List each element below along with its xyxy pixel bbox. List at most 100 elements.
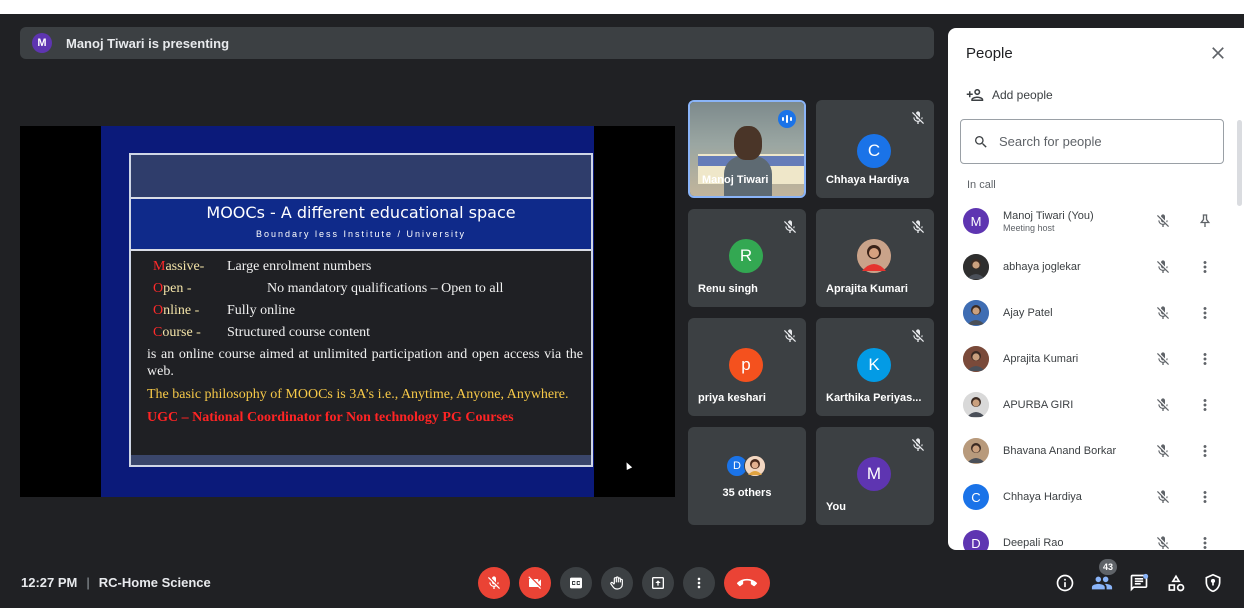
people-button[interactable]: 43 [1089,559,1117,596]
mic-off-icon[interactable] [1155,535,1171,550]
participant-row[interactable]: Aprajita Kumari [948,336,1238,382]
more-vert-icon[interactable] [1196,258,1214,276]
panel-title: People [966,45,1013,62]
present-button[interactable] [642,567,674,599]
presenter-avatar: M [32,33,52,53]
tile-renu[interactable]: R Renu singh [688,209,806,307]
chat-button[interactable] [1126,570,1152,596]
tile-others[interactable]: D 35 others [688,427,806,525]
presentation-stage[interactable]: MOOCs - A different educational space Bo… [20,126,675,497]
close-icon[interactable] [1208,43,1228,63]
participants-count-badge: 43 [1099,559,1117,575]
call-controls [478,567,770,599]
slide-point: Course - Structured course content [153,325,371,340]
more-vert-icon[interactable] [1196,442,1214,460]
person-photo-icon [963,438,989,464]
shield-icon [1205,573,1221,593]
participant-row[interactable]: Ajay Patel [948,290,1238,336]
people-panel: People Add people In call M Manoj Tiwari … [948,28,1244,550]
mic-off-icon[interactable] [1155,213,1171,229]
tile-you[interactable]: M You [816,427,934,525]
mic-off-icon[interactable] [1155,259,1171,275]
tile-avatar: p [729,348,763,382]
presenting-text: Manoj Tiwari is presenting [66,35,230,51]
participant-row[interactable]: Bhavana Anand Borkar [948,428,1238,474]
mic-off-icon[interactable] [1155,489,1171,505]
participant-name: Manoj Tiwari (You) Meeting host [1003,209,1094,233]
participant-photo-avatar [963,392,989,418]
pin-icon[interactable] [1196,212,1214,230]
slide-point: Online - Fully online [153,303,296,318]
tile-name: Chhaya Hardiya [826,174,910,186]
participant-name: abhaya joglekar [1003,260,1081,273]
mic-off-icon[interactable] [1155,351,1171,367]
present-screen-icon [652,577,664,589]
search-icon [975,135,987,148]
mic-off-icon[interactable] [1155,443,1171,459]
tile-karthika[interactable]: K Karthika Periyas... [816,318,934,416]
participant-row[interactable]: C Chhaya Hardiya [948,474,1238,520]
tile-presenter[interactable]: Manoj Tiwari [688,100,806,198]
mic-off-icon [912,111,924,124]
tile-name: Aprajita Kumari [826,283,908,295]
more-vert-icon[interactable] [1196,396,1214,414]
top-edge [0,0,1244,14]
person-photo-icon [963,392,989,418]
slide-paragraph: is an online course aimed at unlimited p… [147,347,583,379]
captions-button[interactable] [560,567,592,599]
tile-avatar: M [857,457,891,491]
tile-avatar: R [729,239,763,273]
host-controls-button[interactable] [1200,570,1226,596]
mic-toggle-button[interactable] [478,567,510,599]
more-vert-icon[interactable] [1196,304,1214,322]
participant-row[interactable]: D Deepali Rao [948,520,1238,550]
raise-hand-button[interactable] [601,567,633,599]
mic-off-icon [784,329,796,342]
slide-subtitle: Boundary less Institute / University [255,229,467,239]
tile-avatar: C [857,134,891,168]
person-photo-icon [963,254,989,280]
participant-row[interactable]: APURBA GIRI [948,382,1238,428]
tile-priya[interactable]: p priya keshari [688,318,806,416]
participant-list: M Manoj Tiwari (You) Meeting host abhaya jo… [948,198,1238,550]
participant-row[interactable]: abhaya joglekar [948,244,1238,290]
slide-point: Massive- Large enrolment numbers [153,259,372,274]
slide-header-band [131,155,591,199]
camera-off-icon [528,576,541,589]
tile-name: Renu singh [698,283,758,295]
search-box[interactable] [960,119,1224,164]
slide-point: Open - No mandatory qualifications – Open… [153,281,504,296]
tile-avatar: K [857,348,891,382]
mic-off-icon [912,438,924,451]
leave-call-button[interactable] [724,567,770,599]
captions-icon [570,577,582,589]
hand-icon [610,576,623,590]
participant-avatar: M [963,208,989,234]
participant-avatar: D [963,530,989,550]
activities-button[interactable] [1163,570,1189,596]
tile-aprajita[interactable]: Aprajita Kumari [816,209,934,307]
meeting-details-button[interactable] [1052,570,1078,596]
add-people-button[interactable]: Add people [966,86,1053,104]
tile-name: priya keshari [698,392,766,404]
more-options-button[interactable] [683,567,715,599]
search-input[interactable] [999,134,1199,149]
more-vert-icon [697,577,701,589]
slide-content: MOOCs - A different educational space Bo… [129,153,593,467]
more-vert-icon[interactable] [1196,488,1214,506]
participant-role: Meeting host [1003,222,1055,233]
clock: 12:27 PM [21,575,78,590]
tile-chhaya[interactable]: C Chhaya Hardiya [816,100,934,198]
mic-off-icon[interactable] [1155,397,1171,413]
speaking-indicator-icon [778,110,796,128]
tile-name: Manoj Tiwari [702,174,769,186]
participant-row[interactable]: M Manoj Tiwari (You) Meeting host [948,198,1238,244]
camera-toggle-button[interactable] [519,567,551,599]
scrollbar[interactable] [1237,120,1242,206]
more-vert-icon[interactable] [1196,350,1214,368]
participant-name: Deepali Rao [1003,536,1064,549]
slide-title: MOOCs - A different educational space [206,203,516,222]
more-vert-icon[interactable] [1196,534,1214,550]
participant-name: APURBA GIRI [1003,398,1074,411]
mic-off-icon[interactable] [1155,305,1171,321]
